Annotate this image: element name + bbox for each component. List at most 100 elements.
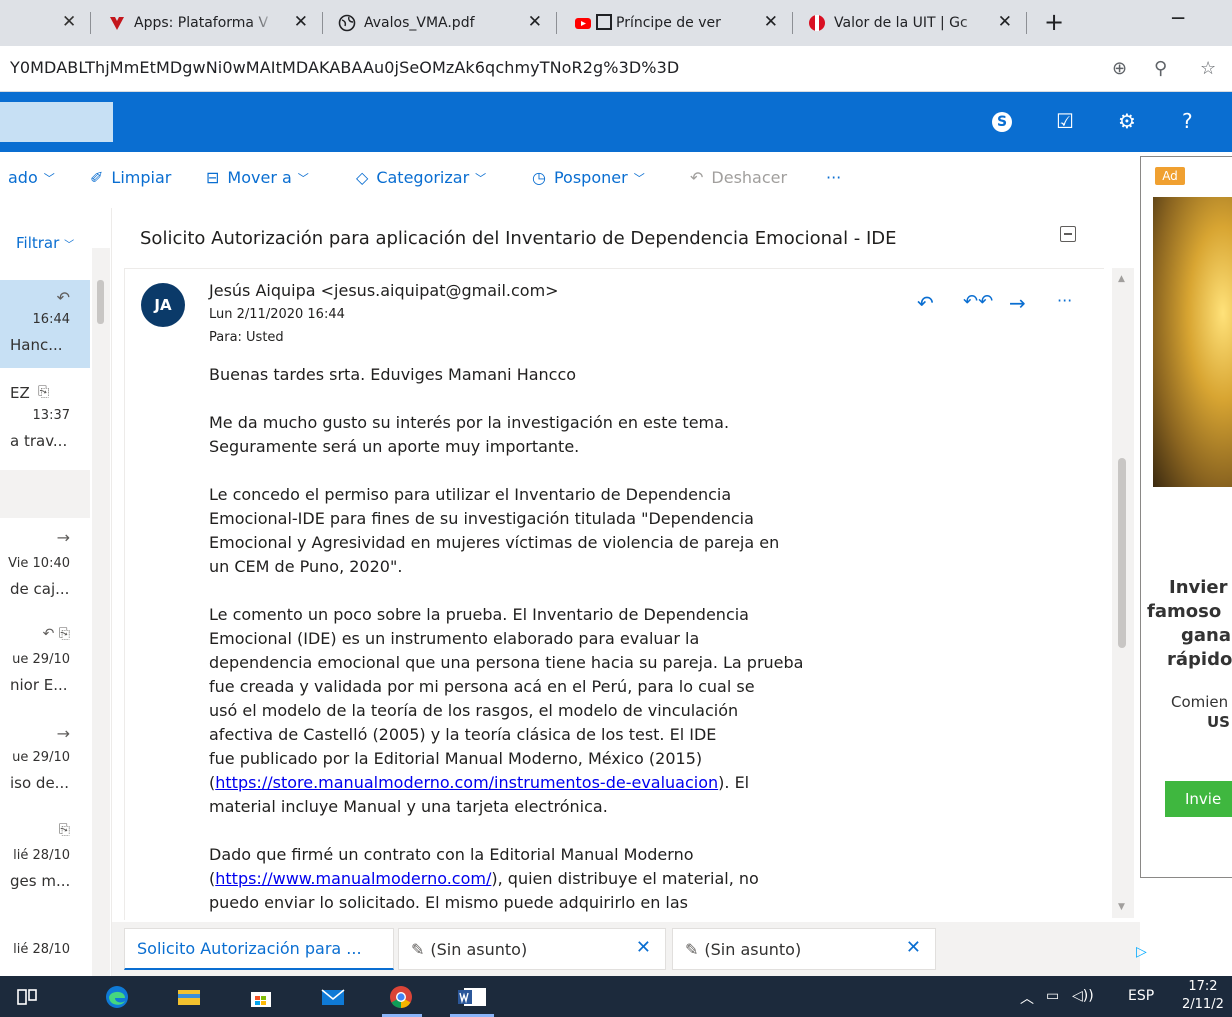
message-subject: Solicito Autorización para aplicación de… (140, 228, 897, 249)
tab-close-icon[interactable]: ✕ (764, 12, 778, 32)
url-text[interactable]: Y0MDABLThjMmEtMDgwNi0wMAItMDAKABAAu0jSeO… (10, 58, 679, 77)
square-icon (596, 14, 612, 30)
tab-separator (90, 12, 91, 34)
zoom-icon[interactable]: ⚲ (1154, 58, 1167, 79)
skype-icon[interactable]: S (992, 112, 1012, 132)
new-tab-button[interactable]: + (1044, 8, 1064, 36)
draft-tab-active[interactable]: Solicito Autorización para ... (124, 928, 394, 970)
reading-pane-scrollbar[interactable]: ▲ ▼ (1112, 268, 1134, 918)
help-icon[interactable]: ? (1182, 109, 1193, 133)
replied-attachment-icon: ↶ ⎘ (42, 626, 70, 642)
volume-icon[interactable]: ◁)) (1072, 988, 1094, 1004)
youtube-icon (575, 18, 591, 29)
bookmark-star-icon[interactable]: ☆ (1200, 58, 1216, 79)
edge-icon[interactable] (104, 985, 130, 1009)
browser-tab-uit[interactable]: Valor de la UIT | Gc ✕ (800, 8, 1018, 38)
address-bar[interactable]: Y0MDABLThjMmEtMDgwNi0wMAItMDAKABAAu0jSeO… (0, 46, 1232, 92)
file-explorer-icon[interactable] (176, 985, 202, 1009)
undo-button[interactable]: ↶ Deshacer (690, 168, 787, 187)
ad-badge: Ad (1155, 167, 1185, 185)
list-item[interactable]: ↶ ⎘ ue 29/10 nior E... (0, 622, 90, 702)
chevron-down-icon: ﹀ (64, 240, 75, 251)
attachment-icon: ⎘ (58, 822, 70, 838)
adchoices-icon[interactable]: ▷ (1136, 944, 1147, 960)
tab-close-icon[interactable]: ✕ (998, 12, 1012, 32)
list-item[interactable]: → Vie 10:40 de caj... (0, 524, 90, 604)
list-item[interactable]: ↶ 16:44 Hanc... (0, 280, 90, 368)
chevron-down-icon: ﹀ (43, 171, 55, 185)
attachment-icon: ⎘ (38, 384, 50, 400)
more-commands-button[interactable]: ··· (826, 168, 841, 187)
list-item[interactable]: lié 28/10 (0, 934, 90, 974)
forward-icon[interactable]: → (1009, 291, 1026, 315)
list-group-gap (0, 470, 90, 518)
draft-tab[interactable]: ✎ (Sin asunto) ✕ (672, 928, 936, 970)
tab-close-icon[interactable]: ✕ (294, 12, 308, 32)
list-scrollbar-thumb[interactable] (97, 280, 104, 324)
windows-taskbar: ︿ ▭ ◁)) ESP 17:2 2/11/2 (0, 976, 1232, 1017)
draft-tab[interactable]: ✎ (Sin asunto) ✕ (398, 928, 666, 970)
ad-cta-button[interactable]: Invie (1165, 781, 1232, 817)
filter-button[interactable]: Filtrar ﹀ (16, 234, 74, 252)
folder-move-icon: ⊟ (206, 168, 220, 187)
word-icon[interactable] (456, 985, 488, 1009)
search-box[interactable] (0, 102, 113, 142)
store-link[interactable]: https://store.manualmoderno.com/instrume… (215, 773, 718, 792)
paragraph: Dado que firmé un contrato con la Editor… (209, 845, 759, 912)
globe-icon (338, 14, 356, 32)
input-language[interactable]: ESP (1128, 988, 1154, 1004)
tab-separator (556, 12, 557, 34)
browser-tab-apps[interactable]: Apps: Plataforma V ✕ (100, 8, 314, 38)
reading-pane-scrollbar-thumb[interactable] (1118, 458, 1126, 648)
chevron-down-icon: ﹀ (633, 171, 645, 185)
mail-icon[interactable] (320, 985, 346, 1009)
recipient: Para: Usted (209, 330, 284, 345)
browser-tab-pdf[interactable]: Avalos_VMA.pdf ✕ (330, 8, 548, 38)
tab-separator (1026, 12, 1027, 34)
list-item[interactable]: ⎘ lié 28/10 ges m... (0, 818, 90, 898)
list-item[interactable]: EZ ⎘ 13:37 a trav... (0, 376, 90, 466)
sweep-button[interactable]: ✐ Limpiar (90, 168, 171, 187)
list-scrollbar[interactable] (92, 248, 110, 976)
list-item[interactable]: → ue 29/10 iso de... (0, 720, 90, 800)
paragraph: Le concedo el permiso para utilizar el I… (209, 485, 780, 576)
scroll-up-icon[interactable]: ▲ (1118, 274, 1125, 284)
sweep-icon: ✐ (90, 168, 104, 187)
tab-close-icon[interactable]: ✕ (62, 12, 76, 32)
avatar[interactable]: JA (141, 283, 185, 327)
paragraph: Me da mucho gusto su interés por la inve… (209, 413, 730, 456)
move-to-button[interactable]: ⊟ Mover a ﹀ (206, 168, 309, 187)
close-icon[interactable]: ✕ (906, 937, 921, 958)
reply-icon[interactable]: ↶ (917, 291, 934, 315)
tab-close-icon[interactable]: ✕ (528, 12, 542, 32)
tray-chevron-up-icon[interactable]: ︿ (1020, 988, 1034, 1008)
snooze-button[interactable]: ◷ Posponer ﹀ (532, 168, 645, 187)
install-app-icon[interactable]: ⊕ (1112, 58, 1127, 79)
categorize-button[interactable]: ◇ Categorizar ﹀ (356, 168, 486, 187)
store-icon[interactable] (248, 985, 274, 1009)
university-icon (110, 17, 124, 30)
task-view-icon[interactable] (14, 985, 40, 1009)
chevron-down-icon: ﹀ (297, 171, 309, 185)
pencil-icon: ✎ (411, 939, 425, 959)
advertisement-panel[interactable]: Ad Invier famoso gana rápido Comien US I… (1140, 156, 1232, 878)
bitcoin-image (1153, 197, 1232, 487)
forwarded-icon: → (56, 724, 70, 743)
browser-tab-youtube[interactable]: Príncipe de ver ✕ (566, 8, 784, 38)
more-actions-icon[interactable]: ··· (1057, 291, 1072, 310)
scroll-down-icon[interactable]: ▼ (1118, 902, 1125, 912)
reply-all-icon[interactable]: ↶↶ (963, 291, 993, 312)
my-day-icon[interactable]: ☑ (1056, 109, 1074, 133)
collapse-icon[interactable] (1060, 226, 1076, 242)
network-icon[interactable]: ▭ (1046, 988, 1059, 1004)
chrome-icon[interactable] (388, 985, 414, 1009)
sender[interactable]: Jesús Aiquipa <jesus.aiquipat@gmail.com> (209, 281, 559, 300)
mark-as-button[interactable]: ado ﹀ (8, 168, 55, 187)
pencil-icon: ✎ (685, 939, 699, 959)
tab-separator (322, 12, 323, 34)
close-icon[interactable]: ✕ (636, 937, 651, 958)
settings-gear-icon[interactable]: ⚙ (1118, 109, 1136, 133)
system-clock[interactable]: 17:2 2/11/2 (1182, 978, 1224, 1014)
publisher-link[interactable]: https://www.manualmoderno.com/ (215, 869, 491, 888)
minimize-button[interactable]: ─ (1172, 6, 1184, 30)
